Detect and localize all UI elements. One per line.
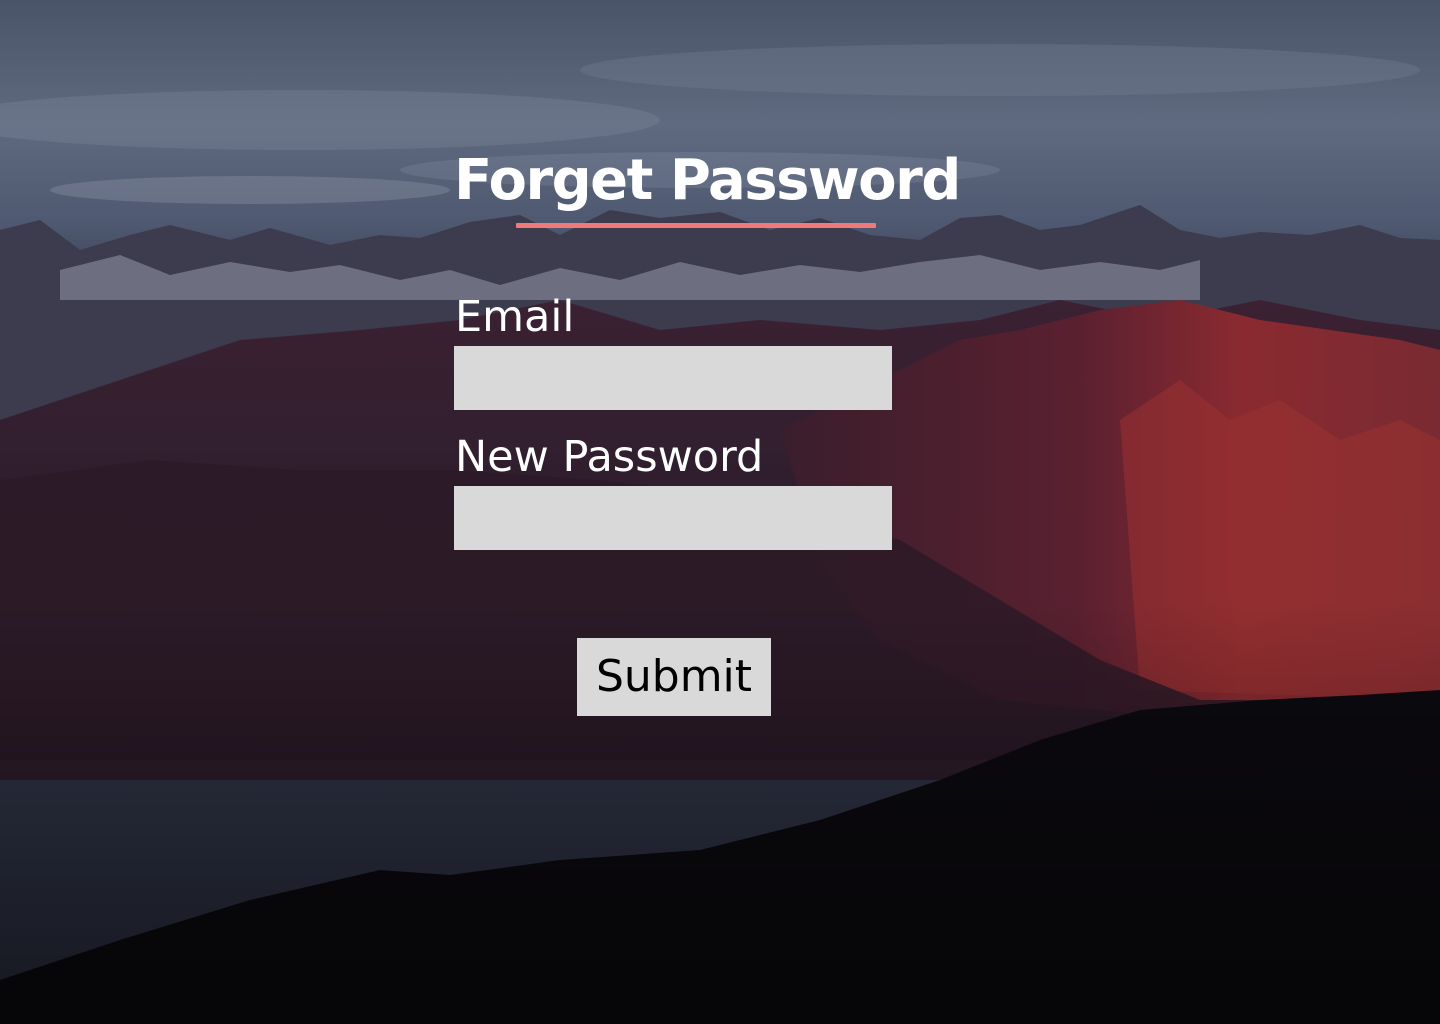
page-title: Forget Password — [454, 148, 961, 213]
submit-button[interactable]: Submit — [577, 638, 771, 716]
email-label: Email — [455, 292, 575, 342]
new-password-field[interactable] — [454, 486, 892, 550]
title-underline — [516, 223, 876, 228]
new-password-label: New Password — [455, 432, 764, 482]
email-field[interactable] — [454, 346, 892, 410]
forget-password-form: Forget Password Email New Password Submi… — [0, 0, 1440, 1024]
